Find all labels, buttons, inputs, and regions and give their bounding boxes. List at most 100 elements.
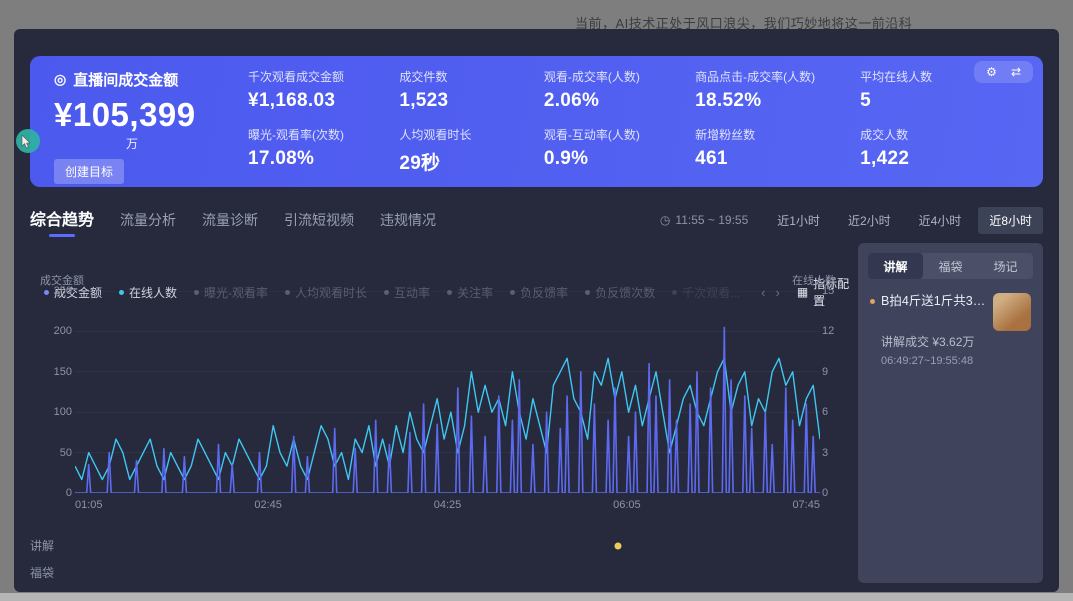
nav-tabs-row: 综合趋势 流量分析 流量诊断 引流短视频 违规情况 ◷ 11:55 ~ 19:55 近1… — [30, 203, 1043, 237]
events-sidebar: 讲解福袋场记 B拍4斤送1斤共35-4... 讲解成交 ¥3.62万 06:49… — [858, 243, 1043, 583]
primary-metric-label: 直播间成交金额 — [73, 69, 178, 90]
right-axis-ticks: 15 12 9 6 3 0 — [822, 284, 848, 500]
axis-tick: 100 — [54, 405, 72, 419]
range-buttons: 近1小时近2小时近4小时近8小时 — [766, 207, 1043, 234]
sidebar-tab-场记[interactable]: 场记 — [978, 253, 1033, 279]
metric-value: 461 — [695, 148, 852, 170]
axis-tick: 3 — [822, 446, 848, 460]
explain-item[interactable]: B拍4斤送1斤共35-4... 讲解成交 ¥3.62万 06:49:27~19:… — [858, 279, 1043, 367]
time-range-label: 11:55 ~ 19:55 — [675, 213, 748, 227]
axis-tick: 0 — [66, 486, 72, 500]
tab-综合趋势[interactable]: 综合趋势 — [30, 206, 94, 234]
banner-metric: 成交人数 1,422 — [860, 126, 983, 175]
axis-tick: 02:45 — [254, 499, 282, 511]
series-在线人数 — [75, 358, 820, 479]
page-bottom-strip — [0, 593, 1073, 601]
time-controls: ◷ 11:55 ~ 19:55 近1小时近2小时近4小时近8小时 — [660, 207, 1043, 234]
left-axis-ticks: 250 200 150 100 50 0 — [36, 284, 72, 500]
x-axis-labels: 01:05 02:45 04:25 06:05 07:45 — [75, 499, 820, 511]
axis-tick: 250 — [54, 284, 72, 298]
primary-metric-unit: 万 — [126, 135, 244, 152]
track-event-dot[interactable] — [615, 542, 622, 549]
banner-metric: 平均在线人数 5 — [860, 68, 983, 112]
metric-label: 新增粉丝数 — [695, 126, 852, 143]
axis-tick: 12 — [822, 324, 848, 338]
track-row-讲解: 讲解 — [30, 532, 840, 559]
axis-tick: 50 — [60, 446, 72, 460]
axis-tick: 15 — [822, 284, 848, 298]
metrics-banner: ◎ 直播间成交金额 ¥105,399 万 创建目标 千次观看成交金额 ¥1,168… — [30, 56, 1043, 187]
primary-metric-value: ¥105,399 — [54, 96, 244, 134]
axis-tick: 200 — [54, 324, 72, 338]
banner-metric: 观看-成交率(人数) 2.06% — [544, 68, 687, 112]
metric-label: 曝光-观看率(次数) — [248, 126, 391, 143]
chart-canvas — [75, 291, 820, 493]
banner-metric: 新增粉丝数 461 — [695, 126, 852, 175]
metric-label: 平均在线人数 — [860, 68, 983, 85]
metric-label: 人均观看时长 — [399, 126, 536, 143]
metric-value: 5 — [860, 90, 983, 112]
axis-tick: 0 — [822, 486, 848, 500]
track-row-福袋: 福袋 — [30, 559, 840, 586]
metric-value: 29秒 — [399, 148, 536, 175]
axis-tick: 06:05 — [613, 499, 641, 511]
metric-label: 观看-互动率(人数) — [544, 126, 687, 143]
range-button[interactable]: 近8小时 — [978, 207, 1043, 234]
target-icon: ◎ — [54, 71, 66, 88]
tab-引流短视频[interactable]: 引流短视频 — [284, 210, 354, 234]
sidebar-tab-讲解[interactable]: 讲解 — [868, 253, 923, 279]
axis-tick: 6 — [822, 405, 848, 419]
item-time-range: 06:49:27~19:55:48 — [881, 355, 1031, 367]
sidebar-tab-福袋[interactable]: 福袋 — [923, 253, 978, 279]
metric-value: 18.52% — [695, 90, 852, 112]
tab-流量分析[interactable]: 流量分析 — [120, 210, 176, 234]
banner-metric: 曝光-观看率(次数) 17.08% — [248, 126, 391, 175]
metric-value: 0.9% — [544, 148, 687, 170]
axis-tick: 150 — [54, 365, 72, 379]
range-button[interactable]: 近1小时 — [766, 207, 831, 234]
metric-value: 2.06% — [544, 90, 687, 112]
banner-metric: 成交件数 1,523 — [399, 68, 536, 112]
metric-value: ¥1,168.03 — [248, 90, 391, 112]
screen-cursor-widget — [16, 129, 40, 153]
item-title: B拍4斤送1斤共35-4... — [881, 293, 987, 311]
axis-tick: 04:25 — [434, 499, 462, 511]
chart-plot[interactable] — [75, 291, 820, 493]
create-goal-button[interactable]: 创建目标 — [54, 159, 124, 184]
tab-违规情况[interactable]: 违规情况 — [380, 210, 436, 234]
track-area[interactable] — [75, 559, 840, 586]
nav-tabs: 综合趋势 流量分析 流量诊断 引流短视频 违规情况 — [30, 206, 436, 234]
metric-value: 1,422 — [860, 148, 983, 170]
metric-label: 商品点击-成交率(人数) — [695, 68, 852, 85]
sidebar-tabs: 讲解福袋场记 — [868, 253, 1033, 279]
banner-metrics-grid: 千次观看成交金额 ¥1,168.03 成交件数 1,523 观看-成交率(人数) 2.06… — [248, 64, 983, 179]
axis-tick: 01:05 — [75, 499, 103, 511]
range-button[interactable]: 近4小时 — [908, 207, 973, 234]
mouse-cursor-icon — [21, 135, 33, 149]
swap-icon[interactable]: ⇄ — [1011, 65, 1021, 79]
metric-label: 成交人数 — [860, 126, 983, 143]
metric-label: 观看-成交率(人数) — [544, 68, 687, 85]
track-label: 讲解 — [30, 537, 75, 554]
banner-toolbar: ⚙ ⇄ — [974, 61, 1033, 83]
range-button[interactable]: 近2小时 — [837, 207, 902, 234]
event-tracks: 讲解福袋 — [30, 532, 840, 586]
tab-流量诊断[interactable]: 流量诊断 — [202, 210, 258, 234]
axis-tick: 07:45 — [792, 499, 820, 511]
track-label: 福袋 — [30, 564, 75, 581]
gear-icon[interactable]: ⚙ — [986, 65, 997, 79]
banner-metric: 观看-互动率(人数) 0.9% — [544, 126, 687, 175]
metric-label: 成交件数 — [399, 68, 536, 85]
time-range: ◷ 11:55 ~ 19:55 — [660, 213, 748, 227]
item-gmv: 讲解成交 ¥3.62万 — [881, 333, 1031, 350]
axis-tick: 9 — [822, 365, 848, 379]
metric-value: 1,523 — [399, 90, 536, 112]
item-bullet — [870, 299, 875, 304]
banner-metric: 人均观看时长 29秒 — [399, 126, 536, 175]
metric-value: 17.08% — [248, 148, 391, 170]
clock-icon: ◷ — [660, 213, 670, 227]
track-area[interactable] — [75, 532, 840, 559]
product-thumbnail — [993, 293, 1031, 331]
metric-label: 千次观看成交金额 — [248, 68, 391, 85]
trend-chart: 成交金额 在线人数 250200150100500 15129630 01:05… — [30, 269, 840, 524]
